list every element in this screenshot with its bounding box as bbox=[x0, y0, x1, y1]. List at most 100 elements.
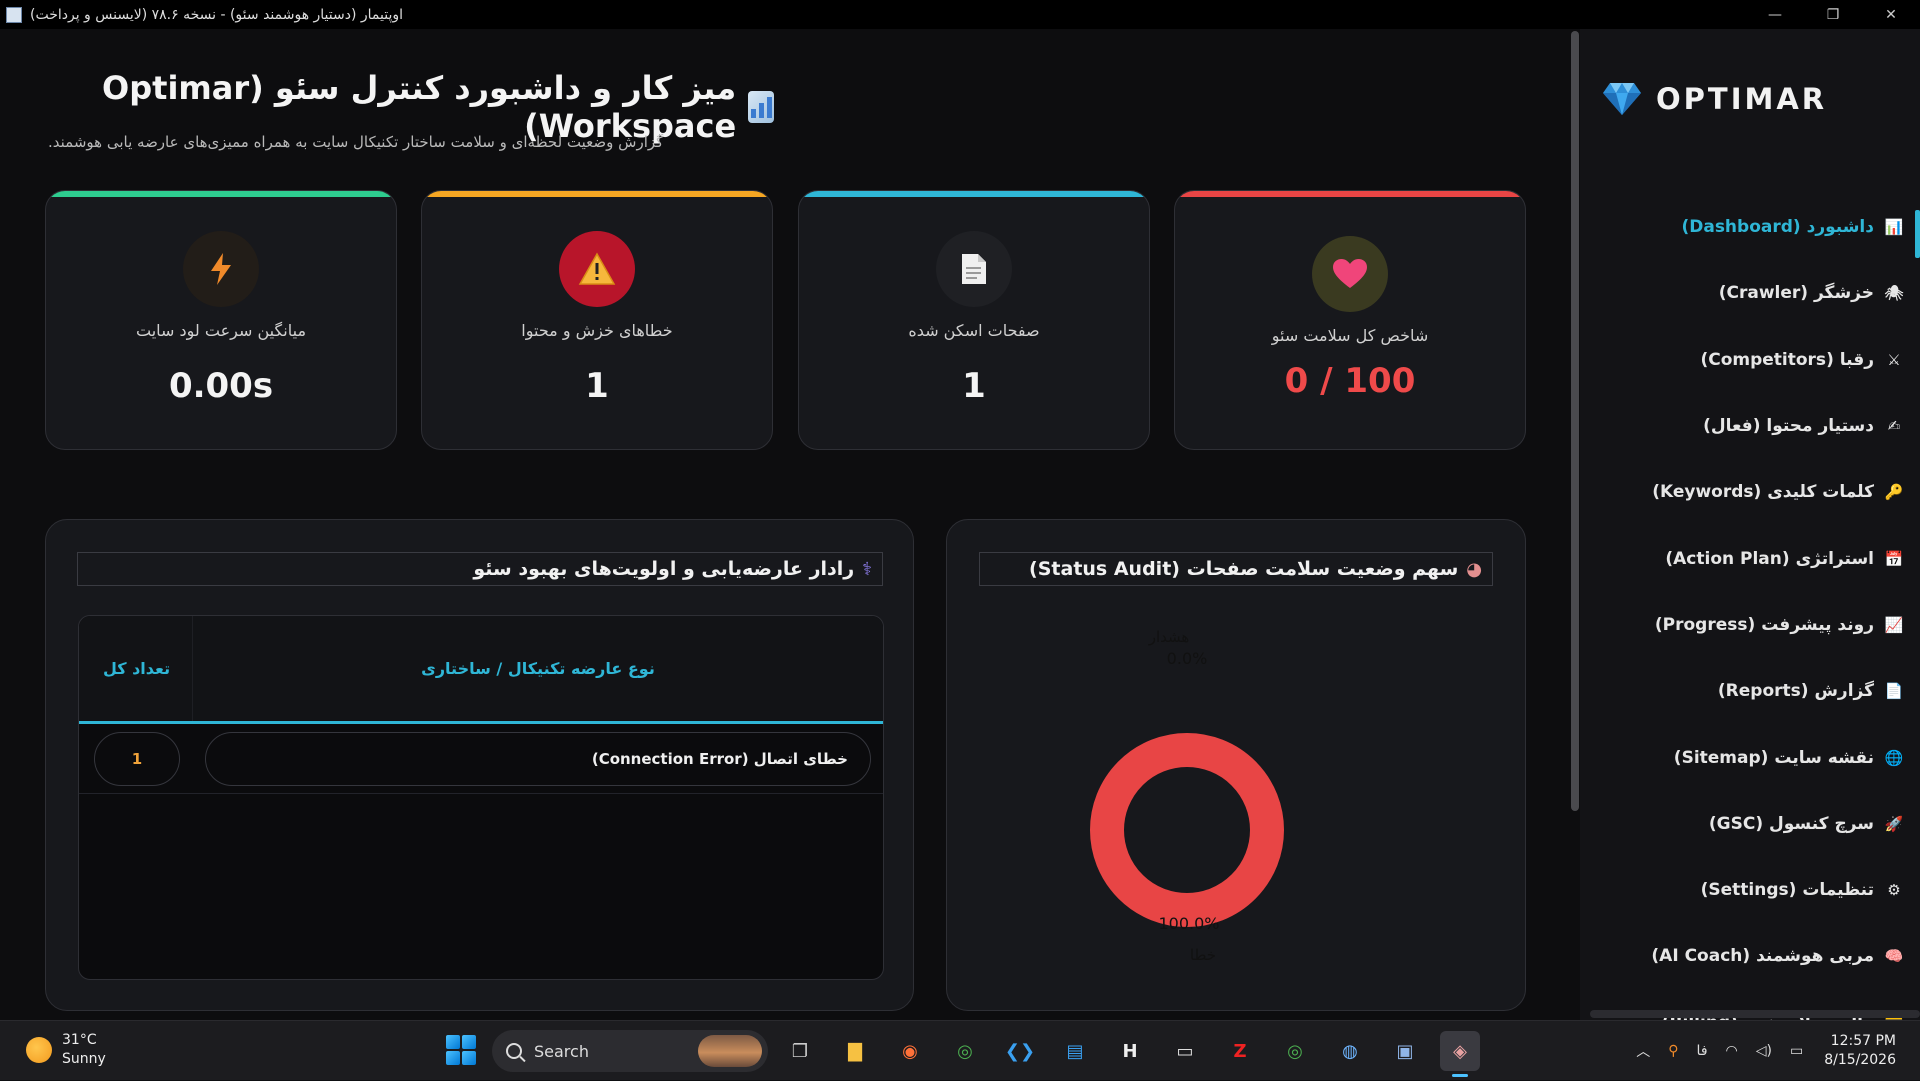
sidebar-item-label: استراتژی (Action Plan) bbox=[1665, 548, 1874, 569]
sidebar-item-icon: 🕷 bbox=[1884, 284, 1904, 303]
sidebar-item-icon: 📅 bbox=[1884, 549, 1904, 568]
sidebar-item-8[interactable]: نقشه سایت (Sitemap) 🌐 bbox=[1580, 724, 1920, 790]
sidebar-item-0[interactable]: داشبورد (Dashboard) 📊 bbox=[1580, 194, 1920, 260]
sidebar-item-icon: 🧠 bbox=[1884, 947, 1904, 966]
optimar-taskbar-icon[interactable]: ◈ bbox=[1440, 1031, 1480, 1077]
sidebar-item-label: نقشه سایت (Sitemap) bbox=[1673, 747, 1874, 768]
card-label: شاخص کل سلامت سئو bbox=[1271, 326, 1429, 345]
chrome-profile-icon[interactable]: ◎ bbox=[1275, 1031, 1315, 1071]
battery-icon[interactable]: ▭ bbox=[1790, 1043, 1803, 1059]
sidebar-item-4[interactable]: کلمات کلیدی (Keywords) 🔑 bbox=[1580, 459, 1920, 525]
clock[interactable]: 12:57 PM 8/15/2026 bbox=[1824, 1032, 1896, 1070]
terminal-icon[interactable]: ▭ bbox=[1165, 1031, 1205, 1071]
search-highlight-image bbox=[698, 1035, 762, 1067]
radar-title-text: رادار عارضه‌یابی و اولویت‌های بهبود سئو bbox=[473, 558, 855, 580]
sidebar-item-label: داشبورد (Dashboard) bbox=[1681, 217, 1874, 238]
pie-percent-label-1: 100.0% bbox=[1158, 914, 1219, 933]
globe-app-icon[interactable]: ◍ bbox=[1330, 1031, 1370, 1071]
chevron-up-icon[interactable]: ︿ bbox=[1636, 1041, 1650, 1061]
vscode-icon[interactable]: ❮❯ bbox=[1000, 1031, 1040, 1071]
status-audit-panel: سهم وضعیت سلامت صفحات (Status Audit) ◕ ه… bbox=[946, 519, 1526, 1011]
chrome-icon[interactable]: ◎ bbox=[945, 1031, 985, 1071]
stethoscope-icon: ⚕ bbox=[862, 558, 872, 580]
app-icon bbox=[6, 6, 22, 23]
stat-card-errors: خطاهای خزش و محتوا 1 bbox=[421, 190, 773, 450]
card-accent-bar bbox=[422, 191, 772, 197]
pie-icon: ◕ bbox=[1466, 558, 1482, 580]
sidebar-item-label: دستیار محتوا (فعال) bbox=[1703, 416, 1874, 437]
sidebar-item-1[interactable]: خزشگر (Crawler) 🕷 bbox=[1580, 260, 1920, 326]
language-indicator[interactable]: فا bbox=[1697, 1043, 1708, 1059]
sidebar-item-5[interactable]: استراتژی (Action Plan) 📅 bbox=[1580, 525, 1920, 591]
stat-card-pages: صفحات اسکن شده 1 bbox=[798, 190, 1150, 450]
pie-category-label-1: خطا bbox=[1190, 946, 1216, 964]
maximize-button[interactable]: ❐ bbox=[1804, 0, 1862, 29]
sidebar-item-3[interactable]: دستیار محتوا (فعال) ✍ bbox=[1580, 393, 1920, 459]
sidebar-item-9[interactable]: سرچ کنسول (GSC) 🚀 bbox=[1580, 791, 1920, 857]
pie-slice-1 bbox=[1090, 733, 1284, 927]
filezilla-icon[interactable]: Z bbox=[1220, 1031, 1260, 1071]
main-scrollbar[interactable] bbox=[1570, 29, 1580, 1020]
file-explorer-icon[interactable]: ▇ bbox=[835, 1031, 875, 1071]
brand-name: OPTIMAR bbox=[1656, 82, 1828, 116]
issue-count-cell: 1 bbox=[94, 731, 180, 786]
sidebar-item-6[interactable]: روند پیشرفت (Progress) 📈 bbox=[1580, 592, 1920, 658]
table-header: نوع عارضه تکنیکال / ساختاری تعداد کل bbox=[79, 616, 883, 724]
firefox-icon[interactable]: ◉ bbox=[890, 1031, 930, 1071]
stat-card-speed: میانگین سرعت لود سایت 0.00s bbox=[45, 190, 397, 450]
column-header-count[interactable]: تعداد کل bbox=[81, 616, 193, 721]
sidebar-item-icon: 📄 bbox=[1884, 682, 1904, 701]
sidebar-item-icon: ⚔ bbox=[1887, 350, 1901, 369]
taskbar: 31°C Sunny Search ❐ ▇ ◉ ◎ ❮❯ ▤ H ▭ Z ◎ ◍… bbox=[0, 1020, 1920, 1080]
status-audit-title-text: سهم وضعیت سلامت صفحات (Status Audit) bbox=[1029, 558, 1459, 580]
sidebar-item-icon: 🌐 bbox=[1884, 748, 1904, 767]
sidebar-item-7[interactable]: گزارش (Reports) 📄 bbox=[1580, 658, 1920, 724]
radar-panel: رادار عارضه‌یابی و اولویت‌های بهبود سئو … bbox=[45, 519, 914, 1011]
weather-desc: Sunny bbox=[62, 1051, 106, 1067]
sidebar-item-label: کلمات کلیدی (Keywords) bbox=[1652, 482, 1874, 503]
sidebar: OPTIMAR داشبورد (Dashboard) 📊 خزشگر (Crawl… bbox=[1580, 29, 1920, 1033]
start-button[interactable] bbox=[446, 1035, 476, 1065]
card-value: 1 bbox=[962, 366, 986, 406]
search-tray-icon[interactable]: ⚲ bbox=[1668, 1043, 1678, 1059]
sidebar-item-label: روند پیشرفت (Progress) bbox=[1654, 614, 1874, 635]
minimize-button[interactable]: — bbox=[1746, 0, 1804, 29]
card-value: 0.00s bbox=[168, 366, 274, 406]
sidebar-item-2[interactable]: رقبا (Competitors) ⚔ bbox=[1580, 327, 1920, 393]
bar-chart-icon bbox=[748, 91, 774, 123]
close-button[interactable]: ✕ bbox=[1862, 0, 1920, 29]
sidebar-hscrollbar[interactable] bbox=[1590, 1010, 1920, 1018]
warning-icon bbox=[559, 231, 635, 307]
sidebar-item-icon: 📊 bbox=[1884, 218, 1904, 237]
sidebar-item-10[interactable]: تنظیمات (Settings) ⚙ bbox=[1580, 857, 1920, 923]
table-row[interactable]: خطای اتصال (Connection Error) 1 bbox=[79, 724, 883, 794]
card-accent-bar bbox=[1175, 191, 1525, 197]
taskbar-search[interactable]: Search bbox=[492, 1030, 768, 1072]
sidebar-item-icon: 🚀 bbox=[1884, 814, 1904, 833]
sidebar-item-label: تنظیمات (Settings) bbox=[1700, 880, 1874, 901]
diamond-icon bbox=[1603, 83, 1641, 115]
h-app-icon[interactable]: H bbox=[1110, 1031, 1150, 1071]
volume-icon[interactable]: ◁) bbox=[1756, 1043, 1772, 1059]
card-label: صفحات اسکن شده bbox=[908, 321, 1040, 340]
title-bar: اوپتیمار (دستیار هوشمند سئو) - نسخه ۷۸.۶… bbox=[0, 0, 1920, 29]
sidebar-item-icon: 📈 bbox=[1884, 615, 1904, 634]
scrollbar-thumb[interactable] bbox=[1571, 31, 1579, 811]
task-view-icon[interactable]: ❐ bbox=[780, 1031, 820, 1071]
sidebar-item-icon: 🔑 bbox=[1884, 483, 1904, 502]
sidebar-item-icon: ✍ bbox=[1887, 417, 1901, 436]
sidebar-item-11[interactable]: مربی هوشمند (AI Coach) 🧠 bbox=[1580, 923, 1920, 989]
clock-time: 12:57 PM bbox=[1830, 1033, 1896, 1049]
column-header-type[interactable]: نوع عارضه تکنیکال / ساختاری bbox=[193, 616, 883, 721]
wifi-icon[interactable]: ◠ bbox=[1726, 1043, 1738, 1059]
notepad-icon[interactable]: ▤ bbox=[1055, 1031, 1095, 1071]
sun-icon bbox=[26, 1037, 52, 1063]
weather-widget[interactable]: 31°C Sunny bbox=[26, 1031, 106, 1069]
lightning-icon bbox=[183, 231, 259, 307]
heart-icon bbox=[1312, 236, 1388, 312]
sidebar-item-label: گزارش (Reports) bbox=[1717, 681, 1874, 702]
sidebar-item-label: خزشگر (Crawler) bbox=[1718, 283, 1874, 304]
network-app-icon[interactable]: ▣ bbox=[1385, 1031, 1425, 1071]
issue-type-cell: خطای اتصال (Connection Error) bbox=[205, 731, 871, 786]
document-icon bbox=[936, 231, 1012, 307]
